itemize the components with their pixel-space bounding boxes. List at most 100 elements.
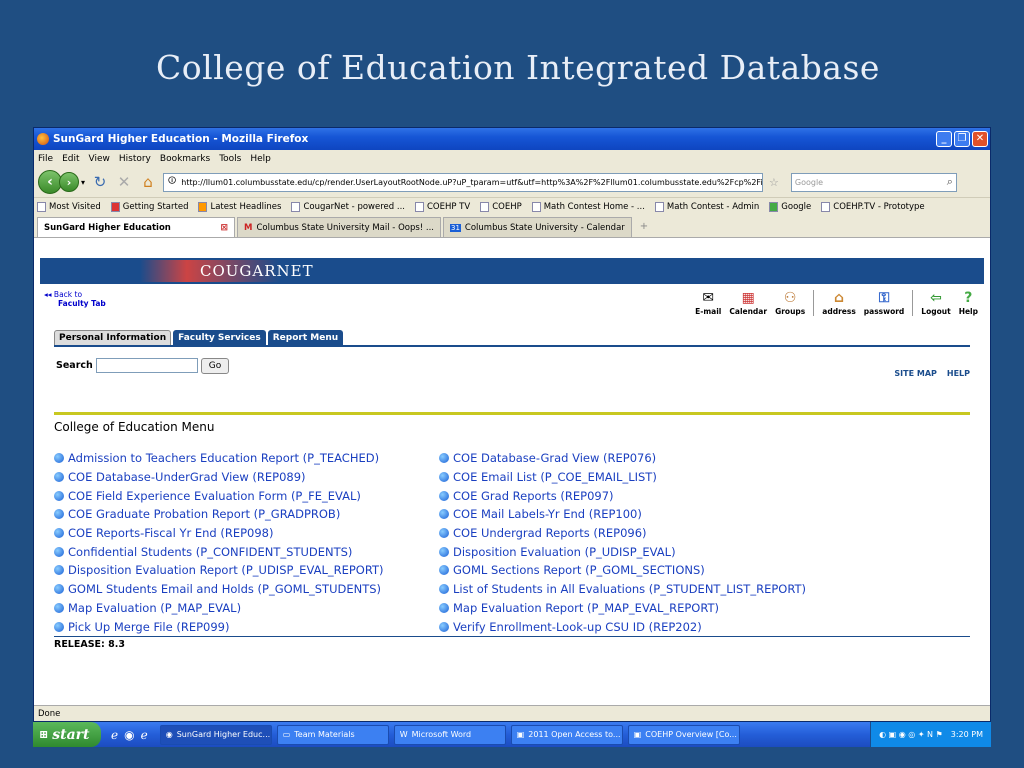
- list-item[interactable]: Confidential Students (P_CONFIDENT_STUDE…: [54, 542, 439, 561]
- tab-sungard[interactable]: SunGard Higher Education ⊠: [37, 217, 235, 237]
- list-item[interactable]: COE Graduate Probation Report (P_GRADPRO…: [54, 505, 439, 524]
- bookmark-item[interactable]: Math Contest Home - ...: [531, 202, 645, 212]
- list-item[interactable]: GOML Students Email and Holds (P_GOML_ST…: [54, 580, 439, 599]
- task-word[interactable]: W Microsoft Word: [393, 724, 506, 745]
- report-menu: Admission to Teachers Education Report (…: [40, 449, 984, 636]
- menu-history[interactable]: History: [119, 154, 151, 164]
- list-item[interactable]: Verify Enrollment-Look-up CSU ID (REP202…: [439, 617, 806, 636]
- search-box[interactable]: Google ⌕: [790, 172, 957, 192]
- site-map-link[interactable]: SITE MAP: [894, 369, 936, 378]
- tab-faculty-services[interactable]: Faculty Services: [173, 330, 266, 345]
- list-item[interactable]: Admission to Teachers Education Report (…: [54, 449, 439, 468]
- restore-button[interactable]: ❐: [954, 131, 970, 147]
- menu-file[interactable]: File: [38, 154, 53, 164]
- list-item[interactable]: Disposition Evaluation (P_UDISP_EVAL): [439, 542, 806, 561]
- bookmark-item[interactable]: Math Contest - Admin: [654, 202, 759, 212]
- bookmark-item[interactable]: Most Visited: [37, 202, 101, 212]
- list-item[interactable]: COE Grad Reports (REP097): [439, 486, 806, 505]
- task-firefox[interactable]: ◉ SunGard Higher Educ...: [159, 724, 272, 745]
- list-item[interactable]: Pick Up Merge File (REP099): [54, 617, 439, 636]
- task-powerpoint-1[interactable]: ▣ 2011 Open Access to...: [510, 724, 623, 745]
- bookmark-item[interactable]: Latest Headlines: [198, 202, 281, 212]
- back-to-faculty-link[interactable]: ◂◂ Back to Faculty Tab: [44, 290, 106, 308]
- bullet-icon: [54, 490, 64, 501]
- menu-view[interactable]: View: [89, 154, 110, 164]
- bullet-icon: [54, 453, 64, 464]
- list-item[interactable]: COE Database-Grad View (REP076): [439, 449, 806, 468]
- list-item[interactable]: COE Field Experience Evaluation Form (P_…: [54, 486, 439, 505]
- logout-button[interactable]: ⇦ Logout: [921, 290, 950, 316]
- task-powerpoint-2[interactable]: ▣ COEHP Overview [Co...: [627, 724, 740, 745]
- tab-calendar[interactable]: 31 Columbus State University - Calendar: [443, 217, 632, 237]
- groups-icon: ⚇: [783, 290, 797, 306]
- ie-icon[interactable]: ℯ: [111, 728, 118, 742]
- close-tab-icon[interactable]: ⊠: [220, 223, 228, 233]
- menu-bookmarks[interactable]: Bookmarks: [160, 154, 210, 164]
- browser-quicklaunch-icon[interactable]: ℯ: [141, 728, 148, 742]
- bookmark-star-icon[interactable]: ☆: [769, 176, 779, 189]
- go-button[interactable]: Go: [200, 357, 230, 374]
- address-button[interactable]: ⌂ address: [822, 290, 856, 316]
- home-icon[interactable]: ⌂: [139, 173, 157, 191]
- minimize-button[interactable]: _: [936, 131, 952, 147]
- list-item[interactable]: COE Mail Labels-Yr End (REP100): [439, 505, 806, 524]
- new-tab-icon[interactable]: +: [640, 221, 648, 232]
- url-bar[interactable]: 🛈 http://llum01.columbusstate.edu/cp/ren…: [163, 172, 764, 192]
- list-item[interactable]: Map Evaluation (P_MAP_EVAL): [54, 599, 439, 618]
- address-book-icon: ⌂: [834, 290, 845, 306]
- task-team-materials[interactable]: ▭ Team Materials: [276, 724, 389, 745]
- list-item[interactable]: Disposition Evaluation Report (P_UDISP_E…: [54, 561, 439, 580]
- url-text: http://llum01.columbusstate.edu/cp/rende…: [181, 177, 764, 187]
- reload-icon[interactable]: ↻: [91, 173, 109, 191]
- history-dropdown-icon[interactable]: ▾: [81, 178, 85, 187]
- navigation-toolbar: ‹ › ▾ ↻ ✕ ⌂ 🛈 http://llum01.columbusstat…: [34, 167, 990, 198]
- bookmark-item[interactable]: COEHP TV: [414, 202, 470, 212]
- bookmark-item[interactable]: Getting Started: [110, 202, 188, 212]
- list-item[interactable]: GOML Sections Report (P_GOML_SECTIONS): [439, 561, 806, 580]
- menu-tools[interactable]: Tools: [219, 154, 241, 164]
- browser-tab-strip: SunGard Higher Education ⊠ M Columbus Stat…: [34, 216, 990, 238]
- bullet-icon: [54, 602, 64, 613]
- tab-personal-information[interactable]: Personal Information: [54, 330, 172, 345]
- firefox-task-icon: ◉: [165, 730, 173, 739]
- tab-report-menu[interactable]: Report Menu: [267, 330, 344, 345]
- release-label: RELEASE: 8.3: [54, 638, 125, 650]
- help-link[interactable]: HELP: [947, 369, 970, 378]
- bullet-icon: [54, 565, 64, 576]
- bookmark-item[interactable]: Google: [769, 202, 811, 212]
- portal-search-input[interactable]: [95, 358, 198, 373]
- search-icon[interactable]: ⌕: [947, 175, 953, 189]
- email-button[interactable]: ✉ E-mail: [695, 290, 721, 316]
- cougarnet-logo: COUGARNET: [140, 260, 374, 282]
- firefox-quicklaunch-icon[interactable]: ◉: [124, 728, 134, 742]
- groups-button[interactable]: ⚇ Groups: [775, 290, 805, 316]
- stop-icon[interactable]: ✕: [115, 173, 133, 191]
- list-item[interactable]: Map Evaluation Report (P_MAP_EVAL_REPORT…: [439, 599, 806, 618]
- menu-edit[interactable]: Edit: [62, 154, 79, 164]
- bookmark-item[interactable]: COEHP: [480, 202, 522, 212]
- tab-mail[interactable]: M Columbus State University Mail - Oops! …: [237, 217, 441, 237]
- start-button[interactable]: ⊞ start: [33, 722, 101, 747]
- bookmark-item[interactable]: COEHP.TV - Prototype: [821, 202, 925, 212]
- forward-button[interactable]: ›: [59, 172, 79, 192]
- back-arrow-icon: ◂◂: [44, 290, 52, 299]
- password-button[interactable]: ⚿ password: [864, 290, 905, 316]
- bullet-icon: [439, 509, 449, 520]
- tray-icons[interactable]: ◐ ▣ ◉ ◎ ✦ N ⚑: [879, 730, 943, 739]
- list-item[interactable]: COE Reports-Fiscal Yr End (REP098): [54, 524, 439, 543]
- calendar-button[interactable]: ▦ Calendar: [729, 290, 767, 316]
- list-item[interactable]: COE Undergrad Reports (REP096): [439, 524, 806, 543]
- list-item[interactable]: List of Students in All Evaluations (P_S…: [439, 580, 806, 599]
- menu-help[interactable]: Help: [250, 154, 271, 164]
- list-item[interactable]: COE Email List (P_COE_EMAIL_LIST): [439, 468, 806, 487]
- menu-column-right: COE Database-Grad View (REP076) COE Emai…: [439, 449, 806, 636]
- calendar-tab-icon: 31: [450, 223, 461, 232]
- bullet-icon: [439, 472, 449, 483]
- close-button[interactable]: ✕: [972, 131, 988, 147]
- divider: [912, 290, 914, 316]
- word-icon: W: [399, 730, 408, 739]
- bookmark-item[interactable]: CougarNet - powered ...: [291, 202, 405, 212]
- list-item[interactable]: COE Database-UnderGrad View (REP089): [54, 468, 439, 487]
- windows-taskbar: ⊞ start ℯ ◉ ℯ ◉ SunGard Higher Educ... ▭ T…: [33, 722, 991, 747]
- help-button[interactable]: ? Help: [959, 290, 978, 316]
